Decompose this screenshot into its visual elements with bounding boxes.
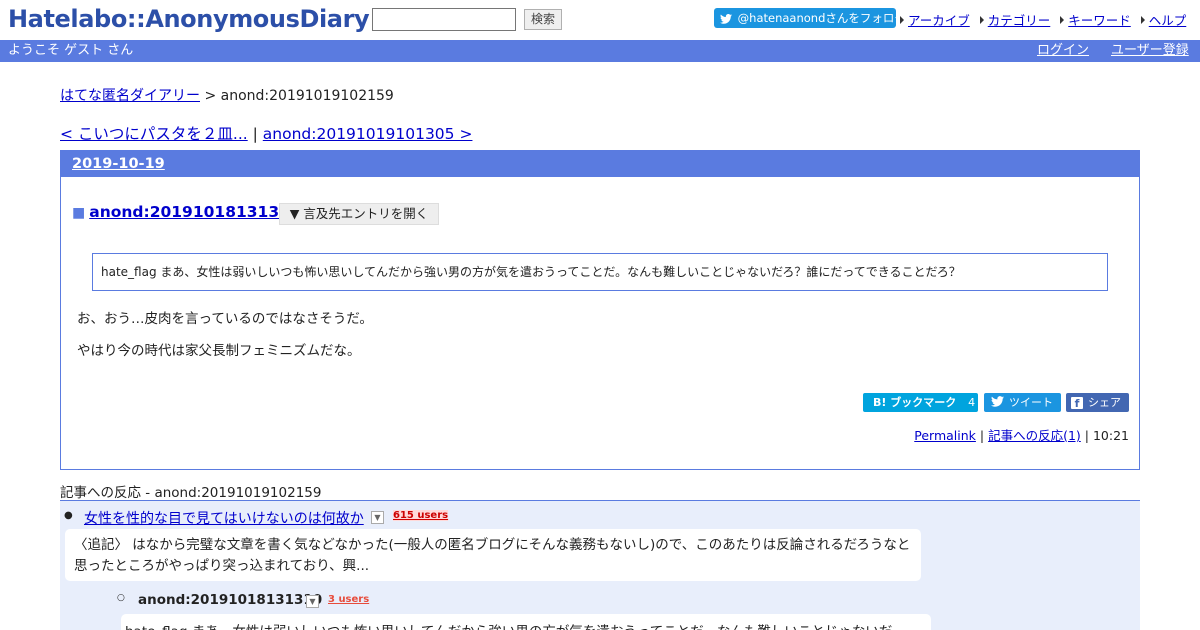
reactions-link[interactable]: 記事への反応(1) <box>988 428 1081 443</box>
day-header: 2019-10-19 <box>61 151 1139 177</box>
entry-body-line: やはり今の時代は家父長制フェミニズムだな。 <box>77 343 361 359</box>
reaction-summary: 〈追記〉 はなから完璧な文章を書く気などなかった(一般人の匿名ブログにそんな義務… <box>65 529 921 581</box>
facebook-share-button[interactable]: f シェア <box>1066 393 1129 412</box>
archive-link[interactable]: アーカイブ <box>908 10 970 29</box>
footer-separator: | <box>975 428 989 443</box>
site-header: Hatelabo::AnonymousDiary 検索 @hatenaanond… <box>0 0 1200 40</box>
reactions-list: ● 女性を性的な目で見てはいけないのは何故か ▼ 615 users 〈追記〉 … <box>60 501 1140 630</box>
square-bullet-icon: ■ <box>72 205 86 221</box>
login-link[interactable]: ログイン <box>1037 40 1089 62</box>
bookmark-users-badge[interactable]: 3 users <box>328 594 369 605</box>
welcome-bar: ようこそ ゲスト さん ログイン ユーザー登録 <box>0 40 1200 62</box>
breadcrumb: はてな匿名ダイアリー > anond:20191019102159 <box>60 85 394 105</box>
chevron-down-icon[interactable]: ▼ <box>306 595 319 608</box>
entry-title: ■ anond:20191018131310 <box>72 203 301 221</box>
chevron-down-icon[interactable]: ▼ <box>371 511 384 524</box>
breadcrumb-separator: > <box>200 88 221 104</box>
entry-navigation: < こいつにパスタを２皿... | anond:20191019101305 > <box>60 122 472 144</box>
keyword-link[interactable]: キーワード <box>1068 10 1131 29</box>
top-links: アーカイブ カテゴリー キーワード ヘルプ <box>900 10 1192 29</box>
twitter-follow-button[interactable]: @hatenaanondさんをフォロー <box>714 8 906 30</box>
entry-nav-separator: | <box>247 125 263 143</box>
facebook-share-label: シェア <box>1088 396 1121 409</box>
open-mentioned-entry-button[interactable]: ▼ 言及先エントリを開く <box>279 203 439 225</box>
reaction-title-link[interactable]: anond:20191018131310 <box>138 592 322 608</box>
welcome-text: ようこそ ゲスト さん <box>8 43 134 58</box>
search-button[interactable]: 検索 <box>524 9 562 30</box>
list-bullet-icon: ● <box>64 510 73 521</box>
quoted-entry: hate_flag まあ、女性は弱いしいつも怖い思いしてんだから強い男の方が気を… <box>92 253 1108 291</box>
breadcrumb-current: anond:20191019102159 <box>220 88 394 104</box>
search-input[interactable] <box>372 8 516 31</box>
tweet-label: ツイート <box>1009 396 1053 409</box>
bookmark-users-badge[interactable]: 615 users <box>393 510 449 521</box>
breadcrumb-home-link[interactable]: はてな匿名ダイアリー <box>60 88 200 104</box>
entry-time: 10:21 <box>1092 428 1129 443</box>
entry-title-link[interactable]: anond:20191018131310 <box>89 203 300 221</box>
triangle-right-icon <box>1060 16 1065 24</box>
triangle-right-icon <box>900 16 904 24</box>
reaction-title-link[interactable]: 女性を性的な目で見てはいけないのは何故か <box>84 508 364 528</box>
list-bullet-icon: ○ <box>117 593 125 603</box>
hatena-bookmark-count: 4 <box>968 396 976 409</box>
entry-body-line: お、おう…皮肉を言っているのではなさそうだ。 <box>77 311 373 327</box>
footer-separator: | <box>1080 428 1093 443</box>
reaction-summary: hate_flag まあ、女性は弱いしいつも怖い思いしてんだから強い男の方が気を… <box>121 614 931 630</box>
hatena-bookmark-button[interactable]: B! ブックマーク 4 <box>863 393 978 412</box>
day-section: 2019-10-19 ■ anond:20191018131310 ▼ 言及先エン… <box>60 150 1140 470</box>
site-logo[interactable]: Hatelabo::AnonymousDiary <box>8 5 370 33</box>
hatena-bookmark-label: B! ブックマーク <box>873 396 957 409</box>
tweet-button[interactable]: ツイート <box>984 393 1061 412</box>
signup-link[interactable]: ユーザー登録 <box>1111 40 1189 62</box>
prev-entry-link[interactable]: < こいつにパスタを２皿... <box>60 125 248 143</box>
twitter-bird-icon <box>720 10 734 30</box>
date-link[interactable]: 2019-10-19 <box>72 156 165 172</box>
next-entry-link[interactable]: anond:20191019101305 > <box>263 125 473 143</box>
permalink-link[interactable]: Permalink <box>914 428 976 443</box>
help-link[interactable]: ヘルプ <box>1149 10 1187 29</box>
follow-label: @hatenaanondさんをフォロー <box>737 11 906 25</box>
reactions-heading: 記事への反応 - anond:20191019102159 <box>60 485 322 501</box>
facebook-icon: f <box>1071 397 1083 410</box>
triangle-right-icon <box>1140 16 1145 24</box>
triangle-right-icon <box>979 16 984 24</box>
category-link[interactable]: カテゴリー <box>988 10 1051 29</box>
entry-footer: Permalink | 記事への反応(1) | 10:21 <box>914 425 1129 444</box>
twitter-bird-icon <box>991 394 1004 413</box>
